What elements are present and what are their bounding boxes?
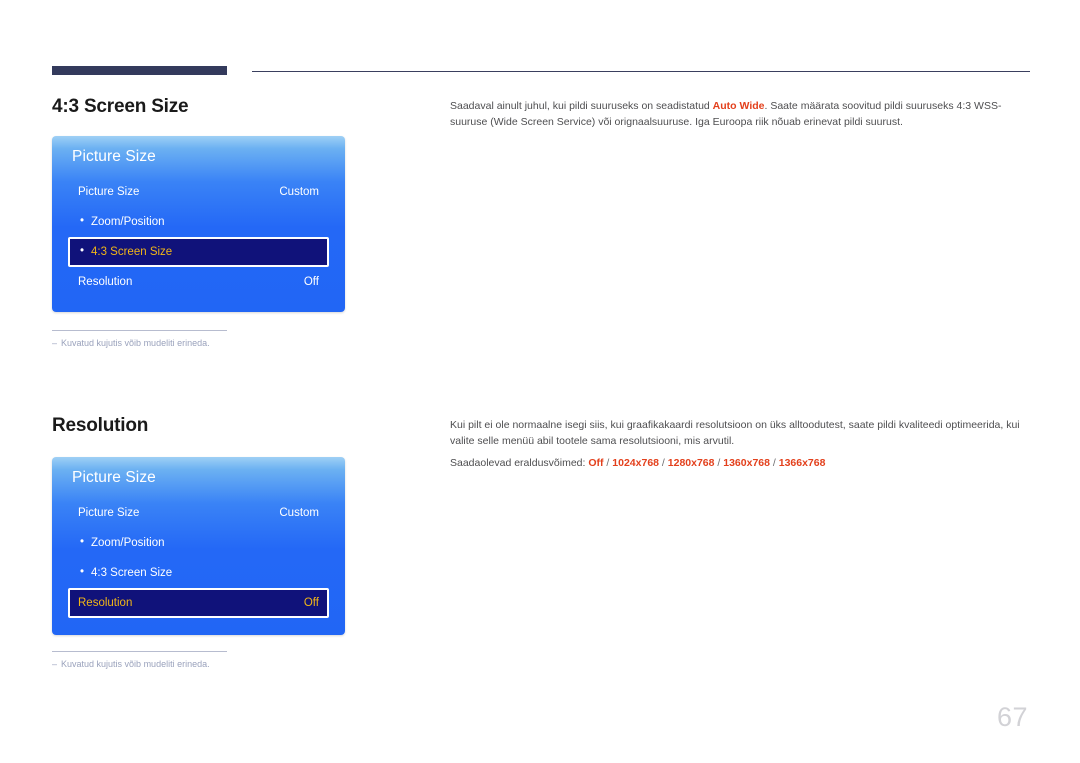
separator: /	[769, 457, 779, 469]
footnote: – Kuvatud kujutis võib mudeliti erineda.	[52, 651, 227, 669]
footnote-dash: –	[52, 659, 58, 669]
osd-menu-picture-size: Picture Size Picture Size Custom • Zoom/Pos…	[52, 457, 345, 635]
header-rule	[52, 66, 1030, 78]
section-title-resolution: Resolution	[52, 415, 149, 436]
description-paragraph: Saadaolevad eraldusvõimed: Off / 1024x76…	[450, 455, 1028, 471]
bullet-icon: •	[80, 566, 85, 579]
footnote-rule	[52, 651, 227, 652]
description-paragraph: Saadaval ainult juhul, kui pildi suuruse…	[450, 98, 1028, 130]
footnote-note: Kuvatud kujutis võib mudeliti erineda.	[61, 338, 210, 348]
osd-menu-rows: Picture Size Custom • Zoom/Position • 4:3 Scr…	[68, 498, 329, 618]
separator: /	[714, 457, 724, 469]
footnote-dash: –	[52, 338, 58, 348]
osd-menu-item-4-3-screen-size[interactable]: • 4:3 Screen Size	[68, 237, 329, 267]
osd-menu-item-label: Resolution	[78, 276, 133, 288]
osd-menu-item-value: Custom	[279, 507, 319, 519]
footnote-rule	[52, 330, 227, 331]
header-rule-thick-bar	[52, 66, 227, 75]
separator: /	[659, 457, 668, 469]
bullet-icon: •	[80, 245, 85, 258]
highlighted-term: 1280x768	[667, 457, 715, 469]
separator: /	[603, 457, 613, 469]
osd-menu-item-resolution[interactable]: Resolution Off	[68, 267, 329, 297]
osd-menu-rows: Picture Size Custom • Zoom/Position • 4:3 Scr…	[68, 177, 329, 297]
osd-menu-item-value: Custom	[279, 186, 319, 198]
highlighted-term: 1360x768	[723, 457, 770, 469]
osd-menu-picture-size: Picture Size Picture Size Custom • Zoom/Pos…	[52, 136, 345, 312]
osd-menu-title: Picture Size	[72, 148, 156, 165]
bullet-icon: •	[80, 215, 85, 228]
osd-menu-title: Picture Size	[72, 469, 156, 486]
osd-menu-item-label: 4:3 Screen Size	[91, 567, 173, 579]
osd-menu-item-zoom-position[interactable]: • Zoom/Position	[68, 207, 329, 237]
osd-menu-item-4-3-screen-size[interactable]: • 4:3 Screen Size	[68, 558, 329, 588]
description-text: Saadaolevad eraldusvõimed:	[450, 457, 589, 469]
footnote-text: – Kuvatud kujutis võib mudeliti erineda.	[52, 659, 227, 669]
osd-menu-item-zoom-position[interactable]: • Zoom/Position	[68, 528, 329, 558]
osd-menu-item-picture-size[interactable]: Picture Size Custom	[68, 177, 329, 207]
osd-menu-item-value: Off	[303, 276, 319, 288]
osd-menu-item-resolution[interactable]: Resolution Off	[68, 588, 329, 618]
highlighted-term: Auto Wide	[712, 100, 765, 112]
osd-menu-item-value: Off	[303, 597, 319, 609]
section-description: Saadaval ainult juhul, kui pildi suuruse…	[450, 98, 1028, 130]
section-description: Kui pilt ei ole normaalne isegi siis, ku…	[450, 417, 1028, 471]
footnote-text: – Kuvatud kujutis võib mudeliti erineda.	[52, 338, 227, 348]
osd-menu-item-label: 4:3 Screen Size	[91, 246, 173, 258]
bullet-icon: •	[80, 536, 85, 549]
page-title: 4:3 Screen Size	[52, 96, 189, 117]
highlighted-term: Off	[588, 457, 604, 469]
description-text: Kui pilt ei ole normaalne isegi siis, ku…	[450, 419, 1020, 447]
osd-menu-item-label: Picture Size	[78, 507, 140, 519]
footnote: – Kuvatud kujutis võib mudeliti erineda.	[52, 330, 227, 348]
highlighted-term: 1024x768	[612, 457, 659, 469]
highlighted-term: 1366x768	[778, 457, 826, 469]
osd-menu-item-label: Picture Size	[78, 186, 140, 198]
page-number: 67	[996, 702, 1028, 732]
osd-menu-item-label: Zoom/Position	[91, 216, 165, 228]
description-paragraph: Kui pilt ei ole normaalne isegi siis, ku…	[450, 417, 1028, 449]
osd-menu-item-label: Resolution	[78, 597, 133, 609]
description-text: Saadaval ainult juhul, kui pildi suuruse…	[450, 100, 713, 112]
header-rule-thin-line	[252, 71, 1030, 72]
footnote-note: Kuvatud kujutis võib mudeliti erineda.	[61, 659, 210, 669]
osd-menu-item-picture-size[interactable]: Picture Size Custom	[68, 498, 329, 528]
osd-menu-item-label: Zoom/Position	[91, 537, 165, 549]
